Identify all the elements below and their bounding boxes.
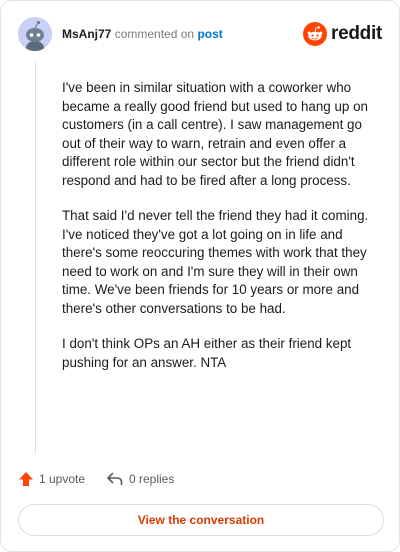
view-conversation-button[interactable]: View the conversation [18,504,384,536]
replies-button[interactable]: 0 replies [106,469,174,489]
thread-line[interactable] [35,61,36,453]
comment-paragraph: I don't think OPs an AH either as their … [62,336,352,370]
comment-paragraph: I've been in similar situation with a co… [62,80,368,188]
comment-card: MsAnj77 commented on post reddit I've be… [0,0,400,552]
upvote-count: 1 upvote [39,472,86,486]
post-link[interactable]: post [197,27,222,41]
upvote-button[interactable]: 1 upvote [18,469,85,489]
username[interactable]: MsAnj77 [62,27,111,41]
comment-header: MsAnj77 commented on post reddit [18,17,382,51]
replies-count: 0 replies [129,472,175,486]
comment-paragraph: That said I'd never tell the friend they… [62,208,369,316]
comment-action-text: commented on [114,27,195,41]
avatar[interactable] [18,17,52,51]
reddit-logo[interactable]: reddit [303,21,382,47]
comment-meta: MsAnj77 commented on post [62,26,223,42]
snoo-avatar-icon [18,17,52,51]
reddit-snoo-icon [303,22,328,46]
reply-arrow-icon [107,472,123,486]
comment-body: I've been in similar situation with a co… [62,79,372,389]
comment-footer: 1 upvote 0 replies [18,469,382,489]
reddit-wordmark: reddit [331,23,382,44]
upvote-arrow-icon [19,472,33,486]
